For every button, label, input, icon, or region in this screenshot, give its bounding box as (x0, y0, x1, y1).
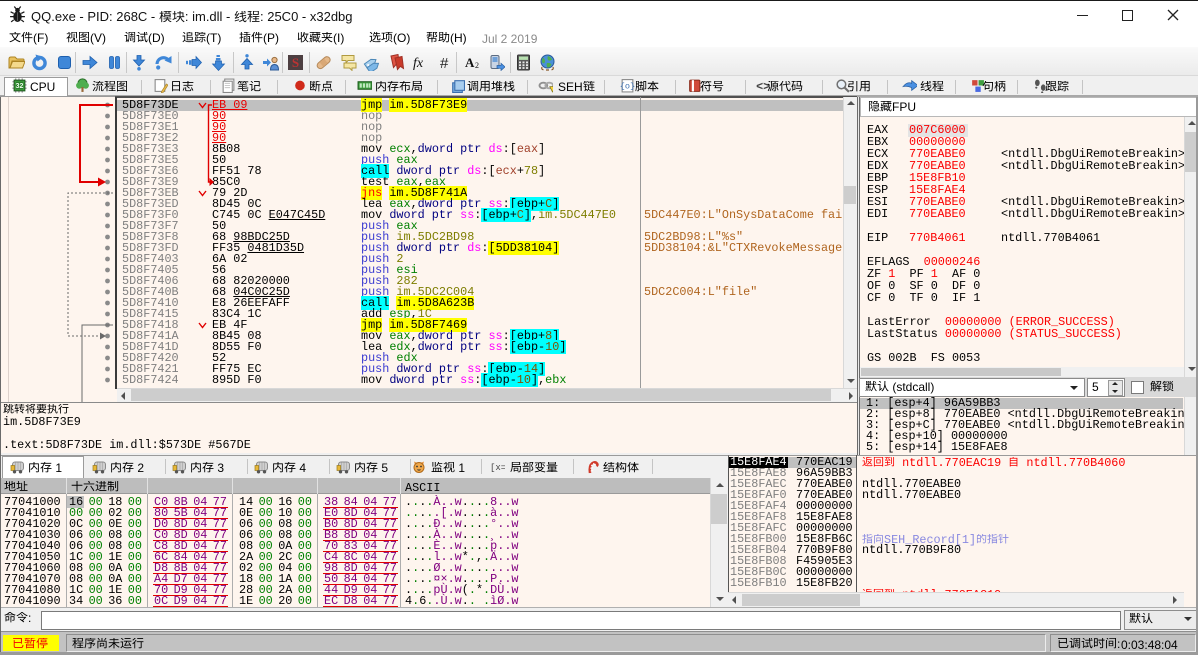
svg-text:A: A (465, 55, 475, 70)
svg-text:{o}: {o} (620, 82, 635, 92)
svg-text:[x=]: [x=] (490, 463, 505, 473)
svg-text:S: S (292, 55, 299, 70)
svg-text:2: 2 (475, 61, 479, 70)
svg-text:32: 32 (16, 83, 24, 90)
svg-text:fx: fx (413, 56, 424, 71)
svg-text:#: # (440, 55, 449, 71)
